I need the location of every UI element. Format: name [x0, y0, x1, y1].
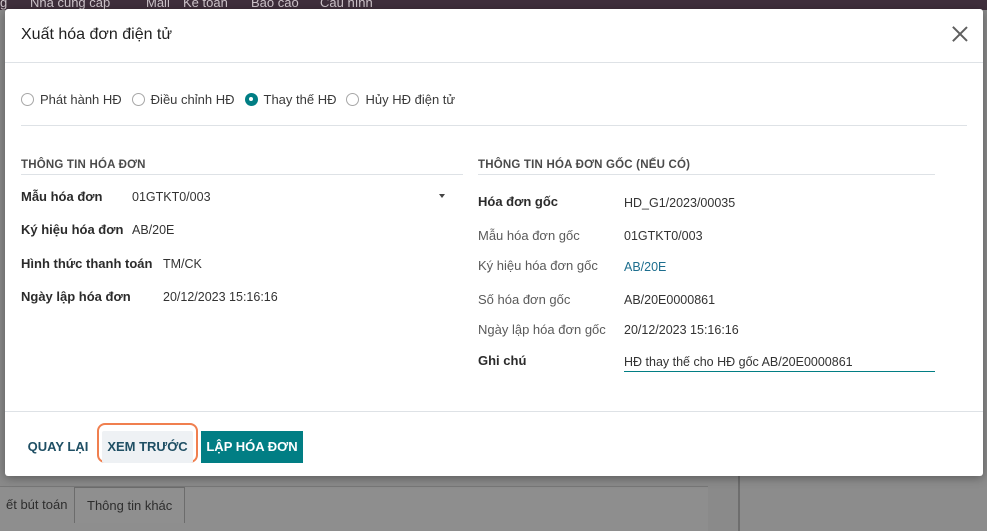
- dialog-title: Xuất hóa đơn điện tử: [21, 26, 173, 43]
- divider: [21, 125, 967, 126]
- original-number-value: AB/20E0000861: [624, 293, 716, 307]
- invoice-symbol-label: Ký hiệu hóa đơn: [21, 222, 124, 237]
- original-invoice-info-title: THÔNG TIN HÓA ĐƠN GỐC (NẾU CÓ): [478, 159, 691, 171]
- invoice-template-label: Mẫu hóa đơn: [21, 189, 103, 204]
- invoice-action-radio-group: Phát hành HĐ Điều chỉnh HĐ Thay thế HĐ H…: [21, 89, 465, 109]
- chevron-down-icon[interactable]: [439, 194, 445, 198]
- radio-cancel-invoice[interactable]: Hủy HĐ điện tử: [346, 92, 455, 107]
- background-right-panel: [738, 476, 987, 531]
- invoice-date-label: Ngày lập hóa đơn: [21, 289, 131, 304]
- background-tabs: ết bút toán Thông tin khác: [0, 486, 708, 531]
- bg-tab-other-info: Thông tin khác: [74, 487, 186, 523]
- payment-method-value: TM/CK: [163, 257, 202, 271]
- original-template-label: Mẫu hóa đơn gốc: [478, 228, 580, 243]
- original-invoice-label: Hóa đơn gốc: [478, 194, 559, 209]
- invoice-date-value: 20/12/2023 15:16:16: [163, 290, 278, 304]
- original-number-label: Số hóa đơn gốc: [478, 292, 571, 307]
- original-symbol-value[interactable]: AB/20E: [624, 260, 666, 274]
- radio-label: Phát hành HĐ: [40, 91, 122, 107]
- radio-issue-invoice[interactable]: Phát hành HĐ: [21, 92, 122, 107]
- invoice-symbol-value: AB/20E: [132, 223, 175, 237]
- note-label: Ghi chú: [478, 353, 527, 368]
- back-button[interactable]: QUAY LẠI: [22, 431, 94, 463]
- radio-label: Điều chỉnh HĐ: [150, 91, 235, 107]
- original-date-value: 20/12/2023 15:16:16: [624, 323, 739, 337]
- original-invoice-value: HD_G1/2023/00035: [624, 196, 736, 210]
- dialog-footer: QUAY LẠI XEM TRƯỚC LẬP HÓA ĐƠN: [5, 411, 983, 476]
- close-icon[interactable]: [951, 25, 969, 43]
- section-divider: [21, 174, 463, 175]
- radio-replace-invoice[interactable]: Thay thế HĐ: [244, 91, 337, 107]
- payment-method-label: Hình thức thanh toán: [21, 256, 153, 271]
- radio-button-icon[interactable]: [131, 92, 145, 106]
- radio-label: Hủy HĐ điện tử: [365, 91, 456, 107]
- dialog-header: Xuất hóa đơn điện tử: [5, 9, 983, 63]
- original-template-value: 01GTKT0/003: [624, 229, 703, 243]
- radio-label: Thay thế HĐ: [263, 91, 337, 107]
- radio-button-checked-icon[interactable]: [244, 92, 258, 106]
- export-invoice-dialog: Xuất hóa đơn điện tử Phát hành HĐ Điều c…: [5, 9, 983, 476]
- radio-button-icon[interactable]: [21, 92, 34, 106]
- radio-adjust-invoice[interactable]: Điều chỉnh HĐ: [131, 91, 235, 107]
- create-invoice-button[interactable]: LẬP HÓA ĐƠN: [201, 431, 303, 463]
- invoice-template-select[interactable]: 01GTKT0/003: [132, 190, 211, 204]
- original-symbol-label: Ký hiệu hóa đơn gốc: [478, 258, 598, 273]
- bg-tab-journal: ết bút toán: [6, 497, 68, 512]
- preview-button[interactable]: XEM TRƯỚC: [102, 431, 193, 463]
- radio-button-icon[interactable]: [346, 92, 360, 106]
- original-date-label: Ngày lập hóa đơn gốc: [478, 322, 606, 337]
- section-divider: [478, 174, 935, 175]
- note-field[interactable]: [624, 352, 935, 372]
- invoice-info-title: THÔNG TIN HÓA ĐƠN: [21, 159, 146, 171]
